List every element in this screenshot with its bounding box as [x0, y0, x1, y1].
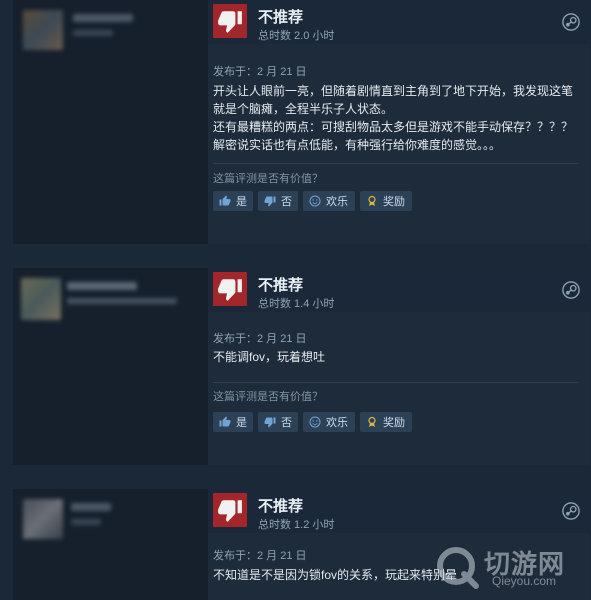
review-line: 不能调fov，玩着想吐 — [213, 350, 326, 364]
review-header: 不推荐 总时数 2.0 小时 — [208, 0, 590, 44]
divider — [213, 163, 578, 164]
reviewer-stats-blurred — [67, 298, 177, 304]
review-line: 解密说实话也有点低能，有种强行给你难度的感觉。。。 — [213, 138, 502, 152]
reviewer-panel — [13, 268, 208, 465]
reviewer-stats-blurred — [73, 30, 113, 36]
award-icon — [368, 195, 376, 206]
vote-funny-button[interactable]: 欢乐 — [303, 412, 355, 432]
vote-no-button[interactable]: 否 — [258, 191, 298, 211]
review-main: 不推荐 总时数 2.0 小时 发布于：2 月 21 日 开头让人眼前一亮，但随着… — [208, 0, 590, 244]
thumbs-down-small-icon — [264, 417, 276, 428]
thumbs-down-icon — [218, 279, 242, 301]
review-header: 不推荐 总时数 1.2 小时 — [208, 489, 590, 533]
review-verdict: 不推荐 — [258, 9, 304, 26]
award-label: 奖励 — [383, 196, 405, 208]
not-recommended-badge — [213, 493, 247, 527]
playtime: 总时数 2.0 小时 — [258, 30, 335, 42]
reviewer-stats-blurred — [71, 519, 101, 525]
watermark-logo-icon — [437, 547, 479, 589]
avatar[interactable] — [23, 10, 63, 50]
reviewer-panel — [13, 489, 208, 600]
reviewer-panel — [13, 0, 208, 244]
posted-date: 发布于：2 月 21 日 — [213, 66, 307, 78]
thumbs-down-icon — [218, 11, 242, 33]
vote-yes-button[interactable]: 是 — [213, 412, 253, 432]
steam-icon — [562, 502, 580, 520]
award-label: 奖励 — [383, 417, 405, 429]
thumbs-up-icon — [219, 195, 231, 206]
review-header: 不推荐 总时数 1.4 小时 — [208, 268, 590, 312]
not-recommended-badge — [213, 272, 247, 306]
review-card: 不推荐 总时数 1.4 小时 发布于：2 月 21 日 不能调fov，玩着想吐 … — [13, 268, 590, 465]
review-line: 就是个脑瘫，全程半乐子人状态。 — [213, 102, 394, 116]
award-icon — [368, 416, 376, 427]
posted-date: 发布于：2 月 21 日 — [213, 550, 307, 562]
steam-icon — [562, 13, 580, 31]
smile-icon — [309, 195, 321, 207]
vote-yes-label: 是 — [236, 417, 247, 429]
review-card: 不推荐 总时数 2.0 小时 发布于：2 月 21 日 开头让人眼前一亮，但随着… — [13, 0, 590, 244]
playtime: 总时数 1.2 小时 — [258, 519, 335, 531]
vote-funny-label: 欢乐 — [326, 417, 348, 429]
watermark-url: Qieyou.com — [492, 574, 557, 588]
reviewer-name-blurred[interactable] — [67, 282, 137, 290]
not-recommended-badge — [213, 4, 247, 38]
vote-funny-button[interactable]: 欢乐 — [303, 191, 355, 211]
thumbs-down-small-icon — [264, 196, 276, 207]
award-button[interactable]: 奖励 — [360, 191, 412, 211]
award-button[interactable]: 奖励 — [360, 412, 412, 432]
review-verdict: 不推荐 — [258, 498, 304, 515]
review-text: 开头让人眼前一亮，但随着剧情直到主角到了地下开始，我发现这笔 就是个脑瘫，全程半… — [213, 82, 578, 154]
divider — [213, 382, 578, 383]
vote-yes-label: 是 — [236, 196, 247, 208]
thumbs-up-icon — [219, 416, 231, 427]
steam-icon — [562, 281, 580, 299]
review-main: 不推荐 总时数 1.4 小时 发布于：2 月 21 日 不能调fov，玩着想吐 … — [208, 268, 590, 465]
review-line: 还有最糟糕的两点：可搜刮物品太多但是游戏不能手动保存？？？？ — [213, 120, 574, 134]
watermark: 切游网 Qieyou.com — [432, 540, 590, 600]
helpful-question: 这篇评测是否有价值？ — [213, 173, 323, 185]
review-line: 开头让人眼前一亮，但随着剧情直到主角到了地下开始，我发现这笔 — [213, 84, 574, 98]
vote-funny-label: 欢乐 — [326, 196, 348, 208]
vote-yes-button[interactable]: 是 — [213, 191, 253, 211]
review-text: 不能调fov，玩着想吐 — [213, 348, 578, 366]
posted-date: 发布于：2 月 21 日 — [213, 333, 307, 345]
thumbs-down-icon — [218, 500, 242, 522]
reviewer-name-blurred[interactable] — [71, 503, 111, 511]
reviewer-name-blurred[interactable] — [73, 14, 133, 22]
avatar[interactable] — [21, 278, 61, 320]
vote-no-button[interactable]: 否 — [258, 412, 298, 432]
helpful-question: 这篇评测是否有价值？ — [213, 391, 323, 403]
playtime: 总时数 1.4 小时 — [258, 298, 335, 310]
smile-icon — [309, 416, 321, 428]
avatar[interactable] — [23, 499, 63, 539]
review-verdict: 不推荐 — [258, 277, 304, 294]
vote-no-label: 否 — [281, 417, 292, 429]
vote-no-label: 否 — [281, 196, 292, 208]
